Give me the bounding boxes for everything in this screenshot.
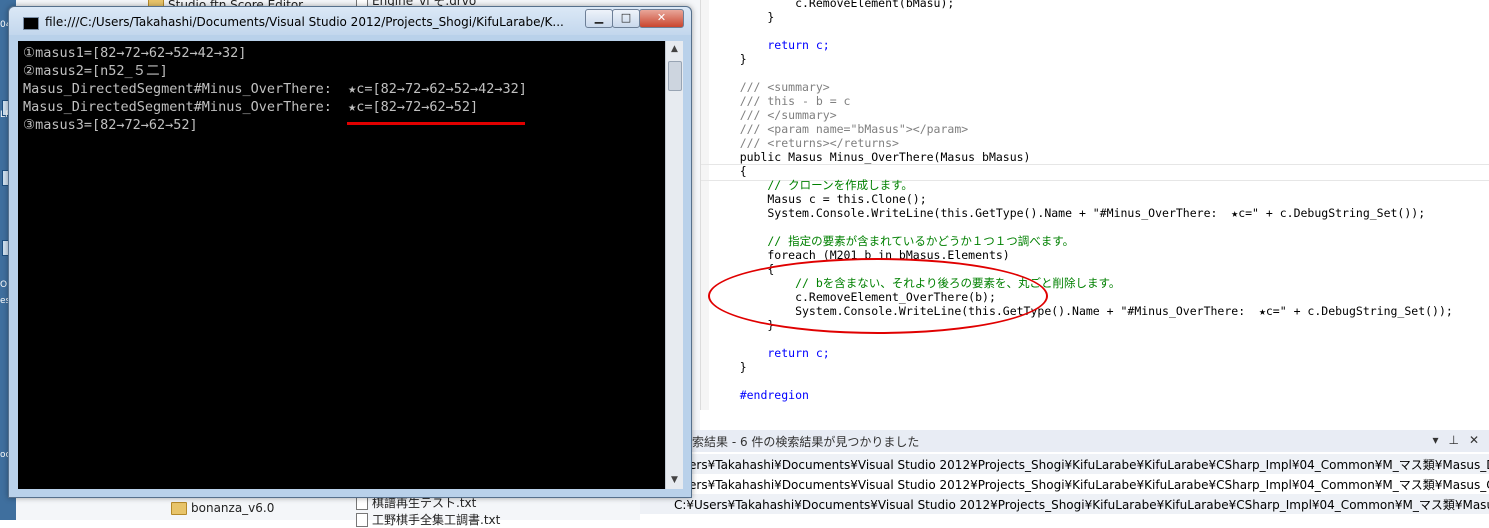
find-results-panel: 検索結果 - 6 件の検索結果が見つかりました ▾ ⊥ ✕ Users¥Taka… bbox=[640, 430, 1489, 520]
code-line: System.Console.WriteLine(this.GetType().… bbox=[712, 206, 1426, 220]
console-line: Masus_DirectedSegment#Minus_OverThere: ★… bbox=[23, 81, 527, 97]
results-controls: ▾ ⊥ ✕ bbox=[1432, 433, 1479, 447]
console-scrollbar[interactable]: ▲ ▼ bbox=[665, 41, 683, 489]
dropdown-icon[interactable]: ▾ bbox=[1432, 433, 1438, 447]
code-line: #endregion bbox=[712, 388, 809, 402]
maximize-button[interactable]: □ bbox=[612, 9, 640, 28]
code-line: c.RemoveElement(bMasu); bbox=[712, 0, 955, 10]
console-line: Masus_DirectedSegment#Minus_OverThere: ★… bbox=[23, 99, 479, 115]
console-window[interactable]: file:///C:/Users/Takahashi/Documents/Vis… bbox=[8, 6, 692, 498]
console-line: ③masus3=[82→72→62→52] bbox=[23, 117, 198, 133]
code-line: return c; bbox=[712, 346, 830, 360]
editor-gutter bbox=[701, 0, 709, 410]
explorer-item[interactable]: bonanza_v6.0 bbox=[171, 501, 274, 515]
close-icon[interactable]: ✕ bbox=[1469, 433, 1479, 447]
console-title: file:///C:/Users/Takahashi/Documents/Vis… bbox=[45, 15, 564, 29]
code-text[interactable]: c.RemoveElement(bMasu); } return c; } //… bbox=[712, 0, 1453, 402]
result-path: C:¥Users¥Takahashi¥Documents¥Visual Stud… bbox=[674, 497, 1489, 512]
code-line: /// <summary> bbox=[712, 80, 830, 94]
console-line: ①masus1=[82→72→62→52→42→32] bbox=[23, 45, 247, 61]
code-line: // 指定の要素が含まれているかどうか１つ１つ調べます。 bbox=[712, 234, 1075, 248]
results-header: 検索結果 - 6 件の検索結果が見つかりました ▾ ⊥ ✕ bbox=[640, 430, 1489, 452]
result-path: Users¥Takahashi¥Documents¥Visual Studio … bbox=[674, 477, 1489, 492]
console-output[interactable]: ①masus1=[82→72→62→52→42→32] ②masus2=[n52… bbox=[18, 41, 665, 489]
scroll-down-arrow-icon[interactable]: ▼ bbox=[666, 472, 683, 489]
code-line: } bbox=[712, 10, 775, 24]
result-row[interactable]: Users¥Takahashi¥Documents¥Visual Studio … bbox=[640, 474, 1489, 494]
folder-icon bbox=[171, 501, 187, 515]
code-line: /// <returns></returns> bbox=[712, 136, 899, 150]
code-line: /// </summary> bbox=[712, 108, 837, 122]
result-row[interactable]: C:¥Users¥Takahashi¥Documents¥Visual Stud… bbox=[640, 494, 1489, 514]
console-text: ①masus1=[82→72→62→52→42→32] ②masus2=[n52… bbox=[23, 44, 527, 134]
scrollbar-thumb[interactable] bbox=[668, 61, 682, 91]
minimize-button[interactable]: ▁ bbox=[585, 9, 613, 28]
code-line: public Masus Minus_OverThere(Masus bMasu… bbox=[712, 150, 1031, 164]
code-editor[interactable]: c.RemoveElement(bMasu); } return c; } //… bbox=[700, 0, 1489, 410]
code-line: Masus c = this.Clone(); bbox=[712, 192, 927, 206]
result-path: Users¥Takahashi¥Documents¥Visual Studio … bbox=[674, 457, 1489, 472]
code-line: return c; bbox=[712, 38, 830, 52]
code-line: /// <param name="bMasus"></param> bbox=[712, 122, 969, 136]
results-title: 検索結果 - 6 件の検索結果が見つかりました bbox=[680, 434, 920, 449]
pin-icon[interactable]: ⊥ bbox=[1448, 433, 1458, 447]
console-line: ②masus2=[n52_５二] bbox=[23, 63, 168, 79]
red-circle-annotation bbox=[708, 258, 1048, 334]
explorer-item-label: bonanza_v6.0 bbox=[191, 501, 275, 515]
code-line: // クローンを作成します。 bbox=[712, 178, 913, 192]
scroll-up-arrow-icon[interactable]: ▲ bbox=[666, 41, 683, 58]
code-line: } bbox=[712, 360, 747, 374]
code-line: /// this - b = c bbox=[712, 94, 851, 108]
close-button[interactable]: ✕ bbox=[639, 9, 684, 28]
result-row[interactable]: Users¥Takahashi¥Documents¥Visual Studio … bbox=[640, 454, 1489, 474]
red-underline-annotation bbox=[347, 122, 525, 125]
console-titlebar[interactable]: file:///C:/Users/Takahashi/Documents/Vis… bbox=[9, 7, 691, 35]
code-line: } bbox=[712, 52, 747, 66]
console-app-icon bbox=[23, 17, 39, 30]
code-line: { bbox=[712, 164, 747, 178]
